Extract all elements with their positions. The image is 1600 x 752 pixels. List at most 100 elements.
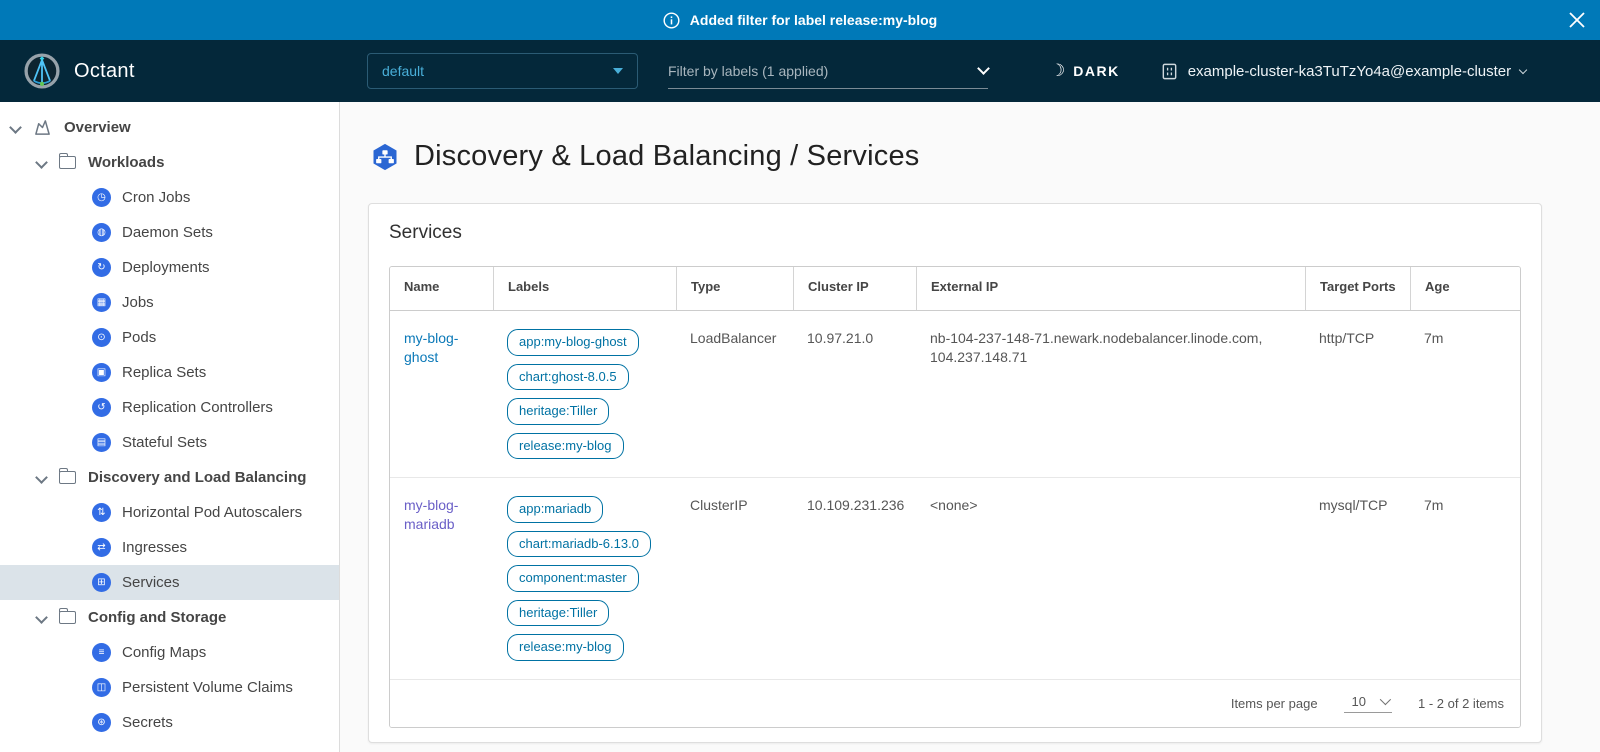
sidebar-item-label: Daemon Sets — [122, 224, 213, 241]
service-name-link[interactable]: my-blog-mariadb — [404, 497, 458, 532]
cluster-ip-cell-text: 10.97.21.0 — [807, 330, 873, 346]
theme-toggle-button[interactable]: ☾ DARK — [1050, 61, 1120, 81]
caret-expand-icon[interactable] — [36, 612, 47, 623]
sidebar-item-persistent-volume-claims[interactable]: ◫Persistent Volume Claims — [0, 670, 339, 705]
sidebar-item-label: Pods — [122, 329, 156, 346]
label-badge[interactable]: release:my-blog — [507, 634, 624, 661]
page-title: Discovery & Load Balancing / Services — [414, 140, 919, 173]
label-badge[interactable]: heritage:Tiller — [507, 600, 609, 627]
label-badge[interactable]: component:master — [507, 565, 639, 592]
target-ports-cell-text: http/TCP — [1319, 330, 1374, 346]
label-badge[interactable]: release:my-blog — [507, 433, 624, 460]
sidebar-item-secrets[interactable]: ⊛ Secrets — [0, 705, 339, 740]
caret-expand-icon[interactable] — [10, 122, 21, 133]
daemonset-icon: ◍ — [92, 223, 111, 242]
label-badge[interactable]: chart:ghost-8.0.5 — [507, 364, 629, 391]
table-header-row: NameLabelsTypeCluster IPExternal IPTarge… — [390, 267, 1520, 311]
sidebar-item-label: Config Maps — [122, 644, 206, 661]
configmap-icon: ≡ — [92, 643, 111, 662]
column-header-external-ip: External IP — [916, 267, 1305, 310]
service-icon: ⊞ — [92, 573, 111, 592]
labels-cell: app:mariadb chart:mariadb-6.13.0 component… — [493, 478, 676, 679]
sidebar-nav: Overview Workloads◷Cron Jobs ◍ Daemon Sets ↻… — [0, 102, 340, 752]
external-ip-cell: nb-104-237-148-71.newark.nodebalancer.li… — [916, 311, 1305, 477]
sidebar-item-jobs[interactable]: ▦ Jobs — [0, 285, 339, 320]
hpa-icon: ⇅ — [92, 503, 111, 522]
caret-expand-icon[interactable] — [36, 157, 47, 168]
sidebar-item-label: Secrets — [122, 714, 173, 731]
sidebar-item-services[interactable]: ⊞Services — [0, 565, 339, 600]
sidebar-item-workloads[interactable]: Workloads — [0, 145, 339, 180]
sidebar-item-deployments[interactable]: ↻Deployments — [0, 250, 339, 285]
statefulset-icon: ▤ — [92, 433, 111, 452]
sidebar-item-label: Horizontal Pod Autoscalers — [122, 504, 302, 521]
name-cell: my-blog-ghost — [390, 311, 493, 477]
sidebar-item-config-and-storage[interactable]: Config and Storage — [0, 600, 339, 635]
brand: Octant — [0, 53, 340, 89]
sidebar-item-label: Discovery and Load Balancing — [88, 469, 306, 486]
label-filter-dropdown[interactable]: Filter by labels (1 applied) — [668, 53, 988, 89]
caret-expand-icon[interactable] — [36, 472, 47, 483]
app-header: Octant default Filter by labels (1 appli… — [0, 40, 1600, 102]
sidebar-item-label: Jobs — [122, 294, 154, 311]
namespace-select[interactable]: default — [367, 53, 638, 89]
cluster-ip-cell-text: 10.109.231.236 — [807, 497, 904, 513]
label-badge[interactable]: app:my-blog-ghost — [507, 329, 639, 356]
cluster-selector[interactable]: example-cluster-ka3TuTzYo4a@example-clus… — [1160, 62, 1526, 81]
app-title: Octant — [74, 60, 135, 83]
service-hexagon-icon — [370, 142, 400, 172]
external-ip-cell-text: <none> — [930, 497, 978, 513]
sidebar-item-stateful-sets[interactable]: ▤Stateful Sets — [0, 425, 339, 460]
deployment-icon: ↻ — [92, 258, 111, 277]
column-header-type: Type — [676, 267, 793, 310]
target-ports-cell-text: mysql/TCP — [1319, 497, 1387, 513]
main-content: Discovery & Load Balancing / Services Se… — [340, 102, 1600, 752]
replication-controller-icon: ↺ — [92, 398, 111, 417]
label-badge[interactable]: chart:mariadb-6.13.0 — [507, 531, 651, 558]
sidebar-item-replica-sets[interactable]: ▣Replica Sets — [0, 355, 339, 390]
age-cell: 7m — [1410, 478, 1520, 679]
type-cell-text: ClusterIP — [690, 497, 748, 513]
job-icon: ▦ — [92, 293, 111, 312]
items-per-page-label: Items per page — [1231, 696, 1318, 711]
sidebar-item-ingresses[interactable]: ⇄Ingresses — [0, 530, 339, 565]
sidebar-item-label: Replica Sets — [122, 364, 206, 381]
sidebar-item-replication-controllers[interactable]: ↺Replication Controllers — [0, 390, 339, 425]
sidebar-item-discovery-and-load-balancing[interactable]: Discovery and Load Balancing — [0, 460, 339, 495]
services-card: Services NameLabelsTypeCluster IPExterna… — [368, 203, 1542, 743]
label-filter-text: Filter by labels (1 applied) — [668, 63, 828, 79]
card-title: Services — [389, 222, 1521, 244]
table-row: my-blog-mariadb app:mariadb chart:mariadb-… — [390, 478, 1520, 680]
label-badge[interactable]: app:mariadb — [507, 496, 603, 523]
external-ip-cell: <none> — [916, 478, 1305, 679]
items-per-page-select[interactable]: 10 — [1344, 694, 1392, 713]
notification-bar: Added filter for label release:my-blog — [0, 0, 1600, 40]
sidebar-item-config-maps[interactable]: ≡ Config Maps — [0, 635, 339, 670]
sidebar-item-label: Ingresses — [122, 539, 187, 556]
octant-logo-icon — [24, 53, 60, 89]
chevron-down-icon — [1519, 66, 1527, 74]
sidebar-item-daemon-sets[interactable]: ◍ Daemon Sets — [0, 215, 339, 250]
labels-cell: app:my-blog-ghost chart:ghost-8.0.5 herita… — [493, 311, 676, 477]
label-badge[interactable]: heritage:Tiller — [507, 398, 609, 425]
sidebar-item-pods[interactable]: ⊙Pods — [0, 320, 339, 355]
type-cell: ClusterIP — [676, 478, 793, 679]
chevron-down-icon — [977, 62, 990, 75]
theme-toggle-label: DARK — [1073, 63, 1119, 79]
column-header-cluster-ip: Cluster IP — [793, 267, 916, 310]
sidebar-item-overview[interactable]: Overview — [0, 110, 339, 145]
cluster-ip-cell: 10.97.21.0 — [793, 311, 916, 477]
sidebar-item-label: Overview — [64, 119, 131, 136]
sidebar-item-horizontal-pod-autoscalers[interactable]: ⇅ Horizontal Pod Autoscalers — [0, 495, 339, 530]
services-table: NameLabelsTypeCluster IPExternal IPTarge… — [389, 266, 1521, 728]
sidebar-item-cron-jobs[interactable]: ◷Cron Jobs — [0, 180, 339, 215]
namespace-select-value: default — [382, 63, 424, 79]
target-ports-cell: mysql/TCP — [1305, 478, 1410, 679]
folder-icon — [59, 156, 76, 169]
age-cell-text: 7m — [1424, 497, 1443, 513]
service-name-link[interactable]: my-blog-ghost — [404, 330, 458, 365]
secret-icon: ⊛ — [92, 713, 111, 732]
close-icon[interactable] — [1568, 11, 1586, 29]
pvc-icon: ◫ — [92, 678, 111, 697]
pagination-range: 1 - 2 of 2 items — [1418, 696, 1504, 711]
